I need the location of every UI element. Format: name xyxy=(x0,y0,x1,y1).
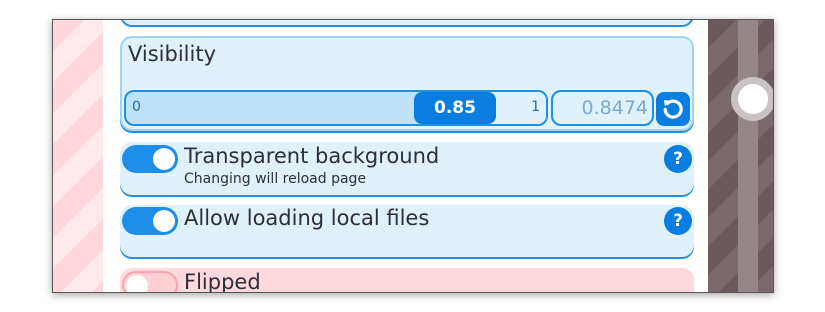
reset-button[interactable] xyxy=(656,92,690,126)
toggle-knob xyxy=(153,148,175,170)
visibility-title: Visibility xyxy=(128,42,217,66)
local-files-toggle[interactable] xyxy=(122,207,178,235)
visibility-card: Visibility 0 1 0.85 xyxy=(120,36,694,131)
slider-min-label: 0 xyxy=(132,99,141,115)
local-files-label: Allow loading local files xyxy=(184,206,430,230)
reset-icon xyxy=(663,99,683,119)
toggle-knob xyxy=(126,275,148,292)
visibility-number-input[interactable] xyxy=(551,90,654,126)
scrollbar-area xyxy=(708,20,773,292)
transparent-background-card: Transparent background Changing will rel… xyxy=(120,142,694,195)
transparent-background-sublabel: Changing will reload page xyxy=(184,171,367,187)
slider-thumb[interactable]: 0.85 xyxy=(414,92,496,124)
transparent-background-help-button[interactable]: ? xyxy=(664,145,692,173)
settings-panel: Visibility 0 1 0.85 Transparent backgrou… xyxy=(103,20,708,292)
flipped-label: Flipped xyxy=(184,270,261,293)
app-viewport: Visibility 0 1 0.85 Transparent backgrou… xyxy=(52,19,774,293)
background-stripes xyxy=(53,20,103,292)
flipped-card: Flipped xyxy=(120,268,694,293)
local-files-help-button[interactable]: ? xyxy=(664,207,692,235)
slider-max-label: 1 xyxy=(531,99,540,115)
flipped-toggle[interactable] xyxy=(122,271,178,292)
previous-card xyxy=(120,20,694,27)
transparent-background-toggle[interactable] xyxy=(122,145,178,173)
visibility-slider[interactable]: 0 1 0.85 xyxy=(124,90,548,126)
toggle-knob xyxy=(153,210,175,232)
transparent-background-label: Transparent background xyxy=(184,144,440,168)
local-files-card: Allow loading local files ? xyxy=(120,205,694,257)
scrollbar-thumb[interactable] xyxy=(731,77,773,121)
scrollbar-track[interactable] xyxy=(738,20,758,292)
